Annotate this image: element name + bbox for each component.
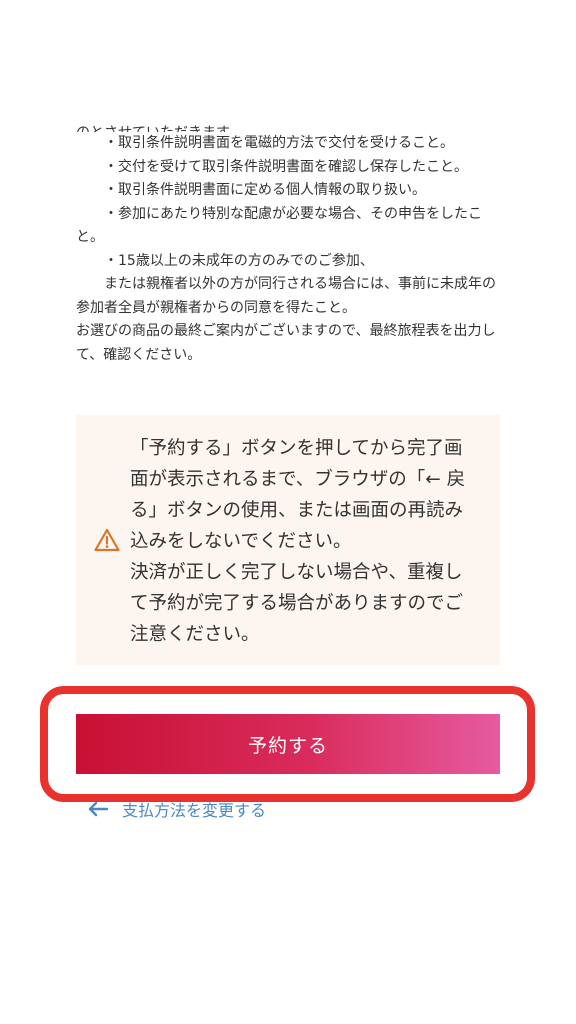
terms-line: お選びの商品の最終ご案内がございますので、最終旅程表を出力して、確認ください。 bbox=[76, 323, 496, 363]
terms-line: ・取引条件説明書面を電磁的方法で交付を受けること。 bbox=[76, 135, 454, 151]
terms-line: ・交付を受けて取引条件説明書面を確認し保存したこと。 bbox=[76, 158, 468, 175]
change-payment-link[interactable]: 支払方法を変更する bbox=[88, 796, 266, 822]
reserve-button[interactable]: 予約する bbox=[76, 714, 500, 774]
change-payment-label: 支払方法を変更する bbox=[122, 801, 267, 820]
warning-notice: 「予約する」ボタンを押してから完了画面が表示されるまで、ブラウザの「← 戻る」ボ… bbox=[76, 415, 500, 665]
terms-cut-line: のとさせていただきます。 bbox=[76, 118, 500, 132]
warning-message: 「予約する」ボタンを押してから完了画面が表示されるまで、ブラウザの「← 戻る」ボ… bbox=[130, 438, 466, 645]
terms-line: ・参加にあたり特別な配慮が必要な場合、その申告をしたこと。 bbox=[76, 205, 482, 246]
terms-line: ・取引条件説明書面に定める個人情報の取り扱い。 bbox=[76, 182, 426, 198]
terms-line: ・15歳以上の未成年の方のみでのご参加、 または親権者以外の方が同行される場合に… bbox=[76, 252, 496, 316]
terms-agreement-text: のとさせていただきます。 ・取引条件説明書面を電磁的方法で交付を受けること。 ・… bbox=[76, 120, 500, 367]
arrow-left-icon bbox=[88, 801, 108, 817]
booking-confirmation-page: のとさせていただきます。 ・取引条件説明書面を電磁的方法で交付を受けること。 ・… bbox=[0, 0, 576, 1024]
warning-triangle-icon bbox=[94, 528, 120, 552]
